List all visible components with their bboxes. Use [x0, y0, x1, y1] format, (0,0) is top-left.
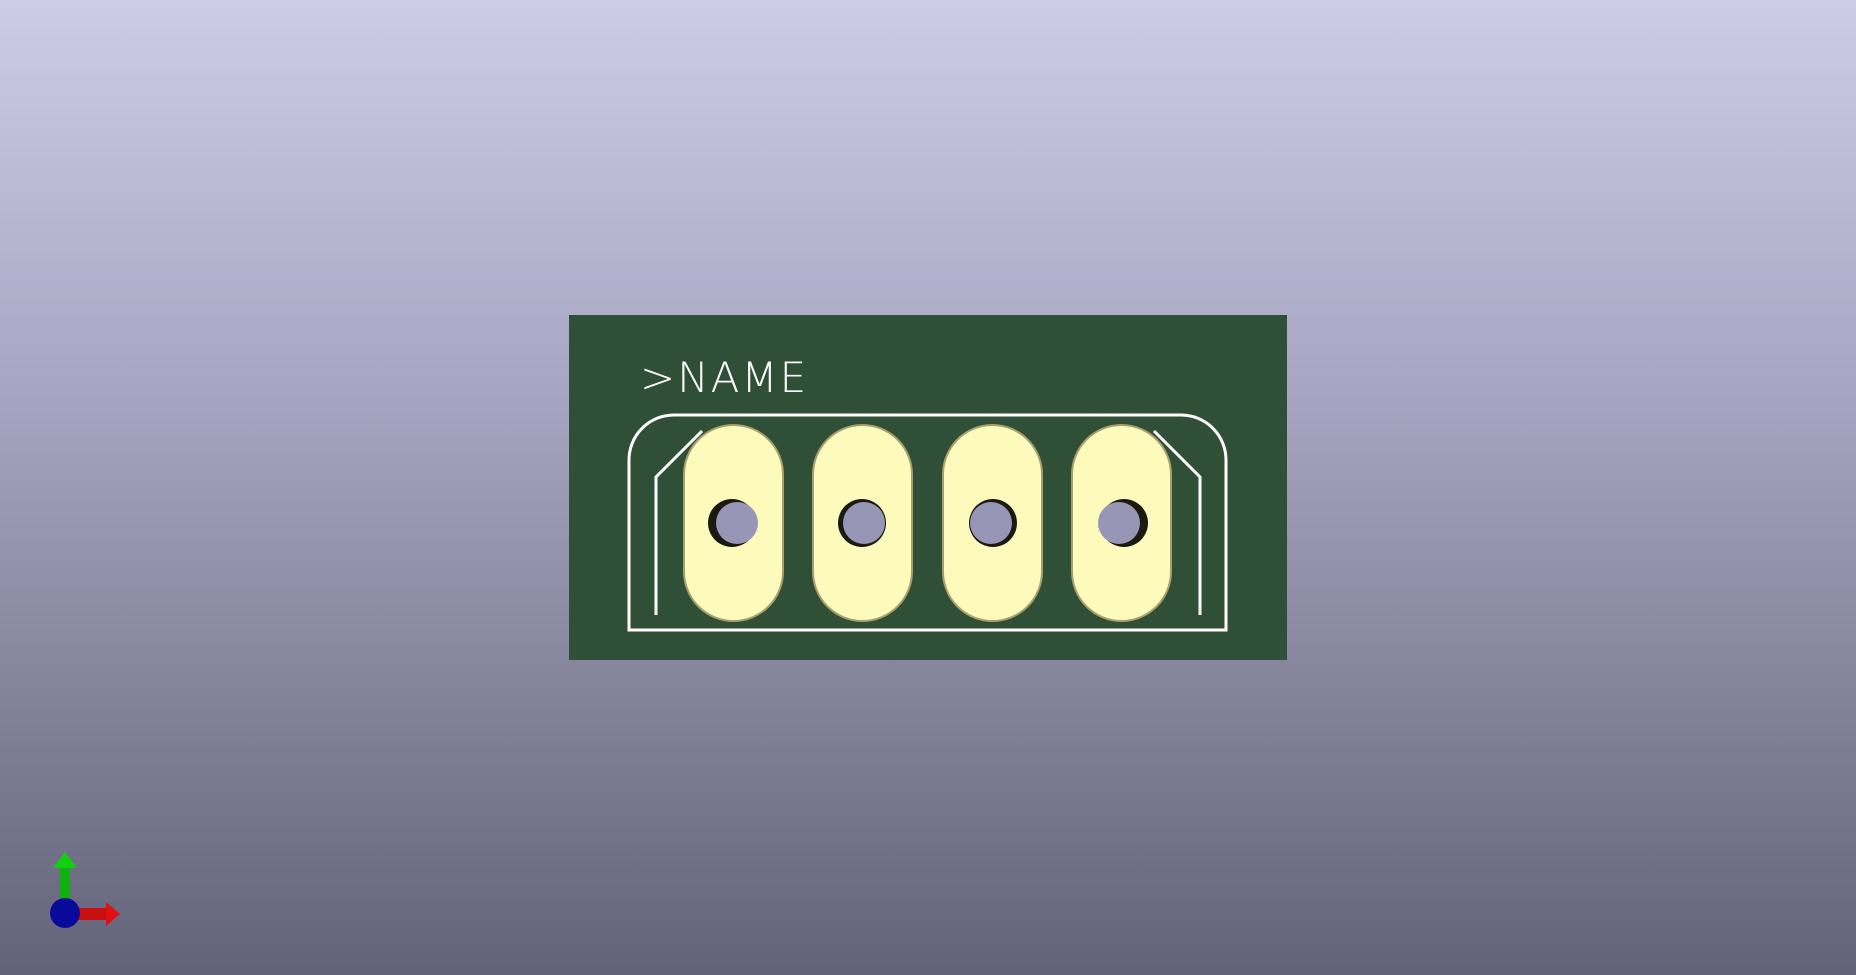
pad-2-hole: [843, 502, 885, 544]
3d-viewport[interactable]: >NAME: [0, 0, 1856, 975]
pad-3[interactable]: [942, 424, 1043, 622]
pad-3-hole: [970, 502, 1012, 544]
pad-1[interactable]: [683, 424, 784, 622]
pad-1-hole: [716, 502, 758, 544]
pcb-board-render: >NAME: [569, 315, 1287, 660]
pad-2[interactable]: [812, 424, 913, 622]
pad-4[interactable]: [1071, 424, 1172, 622]
silkscreen-name-label: >NAME: [640, 353, 808, 402]
z-axis-origin-icon: [50, 898, 80, 928]
y-axis-arrow-icon: [53, 852, 77, 906]
pad-4-hole: [1098, 502, 1140, 544]
axis-triad[interactable]: [40, 852, 124, 936]
